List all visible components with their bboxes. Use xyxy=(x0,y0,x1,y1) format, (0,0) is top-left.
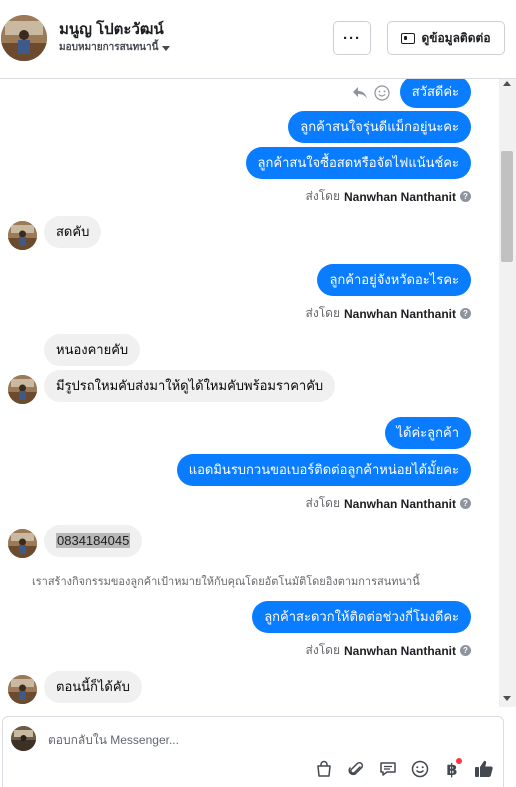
contact-name[interactable]: มนูญ โปตะวัฒน์ xyxy=(59,17,164,41)
scroll-up-arrow-icon[interactable] xyxy=(503,81,511,86)
message-actions xyxy=(352,85,390,101)
smiley-icon[interactable] xyxy=(410,759,430,779)
message-bubble-incoming[interactable]: ตอนนี้ก็ได้คับ xyxy=(44,671,142,703)
page-avatar xyxy=(11,726,36,751)
sent-by-name[interactable]: Nanwhan Nanthanit xyxy=(344,644,456,658)
sent-by-name[interactable]: Nanwhan Nanthanit xyxy=(344,307,456,321)
sent-by-prefix: ส่งโดย xyxy=(305,189,340,203)
help-icon[interactable]: ? xyxy=(460,191,471,202)
help-icon[interactable]: ? xyxy=(460,498,471,509)
sent-by-label: ส่งโดย Nanwhan Nanthanit ? xyxy=(306,494,471,513)
scrollbar[interactable] xyxy=(499,79,516,707)
message-bubble-outgoing[interactable]: ลูกค้าสนใจซื้อสดหรือจัดไฟแน้นช์คะ xyxy=(245,147,471,179)
message-composer: ฿ xyxy=(2,716,504,787)
view-contact-info-button[interactable]: ดูข้อมูลติดต่อ xyxy=(387,21,505,55)
contact-avatar-small xyxy=(8,221,37,250)
phone-number[interactable]: 0834184045 xyxy=(56,533,131,548)
contact-avatar-small xyxy=(8,529,37,558)
sent-by-label: ส่งโดย Nanwhan Nanthanit ? xyxy=(306,187,471,206)
react-smiley-icon[interactable] xyxy=(374,85,390,101)
baht-icon[interactable]: ฿ xyxy=(442,758,462,779)
scrollbar-thumb[interactable] xyxy=(501,151,513,262)
message-bubble-outgoing[interactable]: ลูกค้าสะดวกให้ติดต่อช่วงกี่โมงดีคะ xyxy=(252,601,471,633)
paperclip-icon[interactable] xyxy=(346,759,366,779)
message-bubble-incoming[interactable]: สดคับ xyxy=(44,216,102,248)
bag-icon[interactable] xyxy=(314,759,334,779)
system-note: เราสร้างกิจกรรมของลูกค้าเป้าหมายให้กับคุ… xyxy=(32,576,420,588)
reply-input[interactable] xyxy=(48,731,488,749)
caret-down-icon xyxy=(162,45,171,51)
reply-icon[interactable] xyxy=(352,86,368,100)
message-bubble-outgoing[interactable]: ได้ค่ะลูกค้า xyxy=(384,417,471,449)
contact-avatar-small xyxy=(8,375,37,404)
help-icon[interactable]: ? xyxy=(460,645,471,656)
contact-card-icon xyxy=(401,32,416,44)
message-bubble-incoming[interactable]: มีรูปรถใหมคับส่งมาให้ดูได้ใหมคับพร้อมราค… xyxy=(44,370,336,402)
chat-bubble-icon[interactable] xyxy=(378,759,398,779)
sent-by-label: ส่งโดย Nanwhan Nanthanit ? xyxy=(306,304,471,323)
more-options-button[interactable]: ··· xyxy=(333,21,371,55)
assign-label: มอบหมายการสนทนานี้ xyxy=(59,42,159,53)
message-bubble-outgoing[interactable]: สวัสดีค่ะ xyxy=(399,79,471,108)
more-icon: ··· xyxy=(343,29,361,47)
composer-toolbar: ฿ xyxy=(314,758,494,779)
sent-by-prefix: ส่งโดย xyxy=(305,643,340,657)
assign-conversation-dropdown[interactable]: มอบหมายการสนทนานี้ xyxy=(59,40,171,55)
scroll-down-arrow-icon[interactable] xyxy=(503,696,511,701)
message-bubble-outgoing[interactable]: แอดมินรบกวนขอเบอร์ติดต่อลูกค้าหน่อยได้มั… xyxy=(176,454,471,486)
message-bubble-outgoing[interactable]: ลูกค้าอยู่จังหวัดอะไรคะ xyxy=(317,264,471,296)
view-contact-info-label: ดูข้อมูลติดต่อ xyxy=(421,30,491,45)
sent-by-prefix: ส่งโดย xyxy=(305,306,340,320)
message-bubble-outgoing[interactable]: ลูกค้าสนใจรุ่นดีแม็กอยู่นะคะ xyxy=(288,111,471,143)
help-icon[interactable]: ? xyxy=(460,308,471,319)
notification-dot xyxy=(456,758,462,764)
contact-avatar[interactable] xyxy=(1,15,47,61)
sent-by-name[interactable]: Nanwhan Nanthanit xyxy=(344,190,456,204)
message-bubble-incoming[interactable]: 0834184045 xyxy=(44,525,143,557)
conversation-header: มนูญ โปตะวัฒน์ มอบหมายการสนทนานี้ ··· ดู… xyxy=(0,0,516,79)
contact-avatar-small xyxy=(8,675,37,704)
sent-by-name[interactable]: Nanwhan Nanthanit xyxy=(344,497,456,511)
sent-by-label: ส่งโดย Nanwhan Nanthanit ? xyxy=(306,641,471,660)
message-thread[interactable]: สวัสดีค่ะ ลูกค้าสนใจรุ่นดีแม็กอยู่นะคะ ล… xyxy=(0,79,499,707)
thumbs-up-icon[interactable] xyxy=(474,759,494,779)
sent-by-prefix: ส่งโดย xyxy=(305,496,340,510)
message-bubble-incoming[interactable]: หนองคายคับ xyxy=(44,334,141,366)
